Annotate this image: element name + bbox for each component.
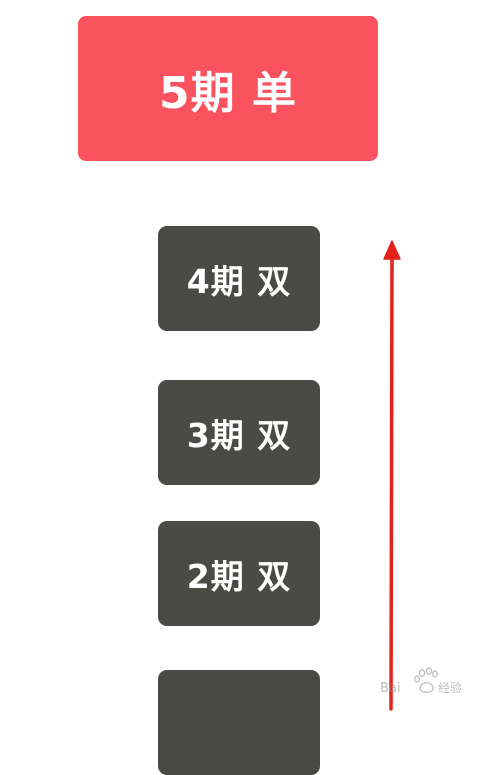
- baidu-paw-icon: [414, 667, 439, 693]
- baidu-watermark-logo: Bai 经验: [380, 667, 462, 696]
- up-arrow-icon: [383, 240, 401, 711]
- period-card-label: 4期 双: [186, 261, 292, 301]
- top-period-label: 5期 单: [159, 67, 297, 119]
- svg-text:经验: 经验: [438, 680, 462, 695]
- top-period-card: 5期 单: [78, 16, 378, 161]
- period-card-3: 3期 双: [158, 380, 320, 485]
- svg-text:Bai: Bai: [380, 681, 401, 696]
- period-card-label: 2期 双: [186, 556, 292, 596]
- period-card-2: 2期 双: [158, 521, 320, 626]
- page: { "top_card": { "label": "5期 单", "color"…: [0, 0, 491, 775]
- period-card-4: 4期 双: [158, 226, 320, 331]
- period-card-label: 3期 双: [186, 415, 292, 455]
- period-card-1-partial: [158, 670, 320, 775]
